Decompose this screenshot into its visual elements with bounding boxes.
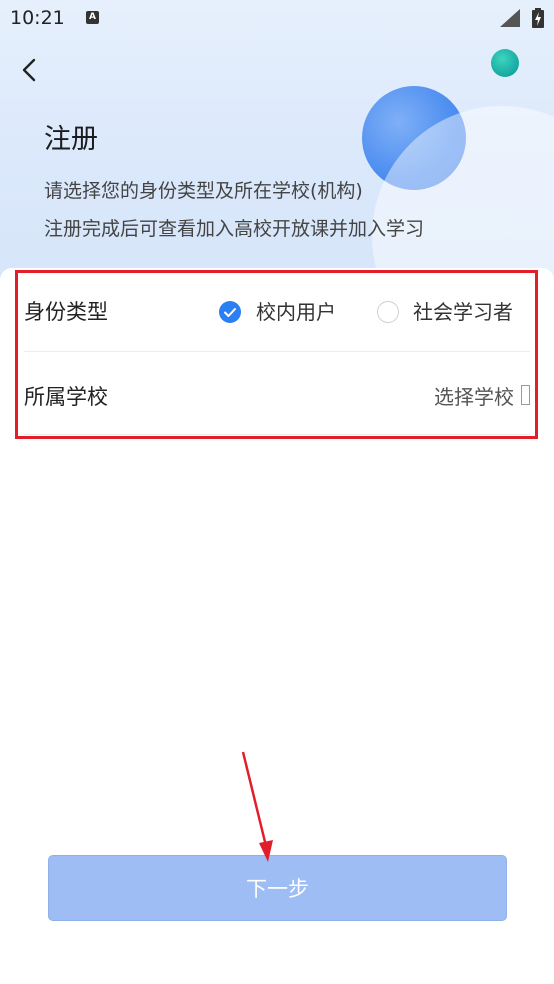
highlight-annotation bbox=[15, 270, 538, 439]
next-step-button[interactable]: 下一步 bbox=[48, 855, 507, 921]
back-button[interactable] bbox=[16, 56, 44, 84]
status-time: 10:21 bbox=[10, 7, 65, 29]
battery-icon bbox=[532, 8, 544, 28]
status-bar: 10:21 A bbox=[0, 0, 554, 36]
decorative-dot bbox=[491, 49, 519, 77]
back-arrow-icon bbox=[22, 58, 36, 82]
page-title: 注册 bbox=[44, 124, 98, 155]
subtitle-line-1: 请选择您的身份类型及所在学校(机构) bbox=[44, 180, 363, 202]
notification-icon: A bbox=[86, 11, 99, 24]
subtitle-line-2: 注册完成后可查看加入高校开放课并加入学习 bbox=[44, 218, 425, 240]
signal-icon bbox=[500, 9, 520, 27]
